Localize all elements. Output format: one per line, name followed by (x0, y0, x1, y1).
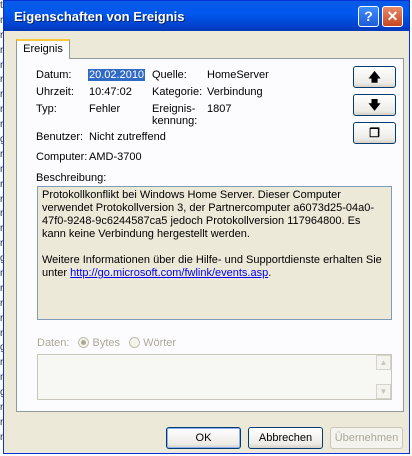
kategorie-label: Kategorie: (152, 86, 203, 98)
description-text: Protokollkonflikt bei Windows Home Serve… (42, 189, 375, 240)
datum-value[interactable]: 20.02.2010 (88, 69, 146, 81)
bytes-radio[interactable] (78, 337, 90, 348)
kennung-label-2: kennung: (152, 115, 198, 127)
description-textbox[interactable]: Protokollkonflikt bei Windows Home Serve… (37, 186, 392, 320)
kennung-value: 1807 (207, 103, 232, 115)
uhrzeit-label: Uhrzeit: (36, 86, 74, 98)
tab-ereignis[interactable]: Ereignis (16, 39, 70, 59)
scroll-up-icon[interactable]: ▲ (376, 355, 391, 370)
kennung-label-1: Ereignis- (152, 103, 196, 115)
data-textbox[interactable]: ▲ ▼ (37, 354, 392, 400)
help-button[interactable]: ? (358, 6, 379, 27)
scroll-down-icon[interactable]: ▼ (376, 384, 391, 399)
words-label: Wörter (143, 337, 177, 349)
quelle-value: HomeServer (207, 69, 269, 81)
events-link[interactable]: http://go.microsoft.com/fwlink/events.as… (70, 267, 268, 279)
event-properties-dialog: Eigenschaften von Ereignis ? ✕ Ereignis … (3, 0, 410, 454)
quelle-label: Quelle: (152, 69, 187, 81)
description-label: Beschreibung: (36, 172, 107, 184)
benutzer-value: Nicht zutreffend (89, 131, 166, 143)
link-suffix: . (268, 267, 272, 279)
ok-button[interactable]: OK (166, 427, 241, 449)
arrow-down-icon: 🡇 (368, 98, 381, 112)
benutzer-label: Benutzer: (36, 131, 84, 143)
window-title: Eigenschaften von Ereignis (14, 9, 185, 24)
title-bar: Eigenschaften von Ereignis ? ✕ (4, 1, 409, 31)
computer-label: Computer: (36, 151, 88, 163)
data-format-options: Daten: Bytes Wörter (37, 337, 176, 349)
apply-button[interactable]: Übernehmen (330, 427, 403, 449)
arrow-up-icon: 🡅 (368, 70, 381, 84)
cancel-button[interactable]: Abbrechen (248, 427, 323, 449)
typ-label: Typ: (36, 103, 57, 115)
copy-button[interactable]: ❐ (353, 122, 396, 144)
words-radio[interactable] (129, 337, 141, 348)
uhrzeit-value: 10:47:02 (89, 86, 132, 98)
datum-label: Datum: (36, 69, 72, 81)
kategorie-value: Verbindung (207, 86, 263, 98)
typ-value: Fehler (89, 103, 121, 115)
description-more-info: Weitere Informationen über die Hilfe- un… (42, 254, 387, 280)
bytes-label: Bytes (92, 337, 120, 349)
help-icon: ? (364, 8, 373, 24)
copy-icon: ❐ (369, 126, 380, 140)
data-label: Daten: (37, 337, 70, 349)
close-icon: ✕ (386, 8, 399, 24)
tab-panel: Datum: 20.02.2010 Uhrzeit: 10:47:02 Typ:… (16, 58, 404, 412)
close-button[interactable]: ✕ (382, 6, 403, 27)
next-event-button[interactable]: 🡇 (353, 94, 396, 116)
previous-event-button[interactable]: 🡅 (353, 66, 396, 88)
computer-value: AMD-3700 (89, 151, 142, 163)
